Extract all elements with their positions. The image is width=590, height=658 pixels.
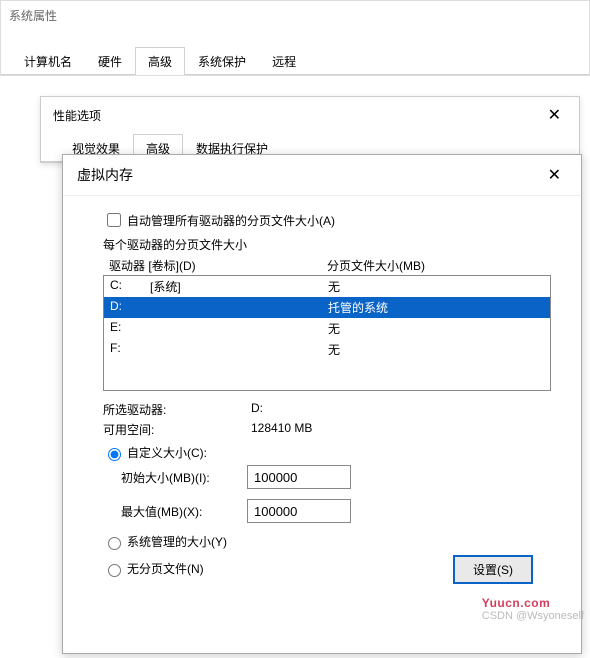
header-drive: 驱动器 [卷标](D) xyxy=(109,257,327,274)
custom-size-label: 自定义大小(C): xyxy=(127,444,207,461)
drive-letter: D: xyxy=(110,299,150,316)
max-size-input[interactable] xyxy=(247,499,351,523)
drive-size: 无 xyxy=(328,341,544,358)
system-managed-label: 系统管理的大小(Y) xyxy=(127,533,227,550)
system-managed-row: 系统管理的大小(Y) xyxy=(103,533,551,550)
drive-size: 托管的系统 xyxy=(328,299,544,316)
auto-manage-checkbox[interactable] xyxy=(107,213,121,227)
max-size-row: 最大值(MB)(X): xyxy=(103,499,551,523)
close-icon[interactable]: ✕ xyxy=(542,165,567,185)
drive-size: 无 xyxy=(328,320,544,337)
initial-size-input[interactable] xyxy=(247,465,351,489)
header-size: 分页文件大小(MB) xyxy=(327,257,551,274)
virtual-memory-dialog: 虚拟内存 ✕ 自动管理所有驱动器的分页文件大小(A) 每个驱动器的分页文件大小 … xyxy=(62,154,582,654)
system-properties-tabs: 计算机名 硬件 高级 系统保护 远程 xyxy=(1,46,589,75)
tab-computer-name[interactable]: 计算机名 xyxy=(11,47,85,75)
drive-letter: E: xyxy=(110,320,150,337)
drive-row-f[interactable]: F: 无 xyxy=(104,339,550,360)
drive-letter: F: xyxy=(110,341,150,358)
available-space-row: 可用空间: 128410 MB xyxy=(103,421,551,438)
available-space-label: 可用空间: xyxy=(103,421,251,438)
set-button-row: 设置(S) xyxy=(453,555,551,584)
each-drive-label: 每个驱动器的分页文件大小 xyxy=(103,236,551,253)
drive-label xyxy=(150,299,328,316)
tab-system-protection[interactable]: 系统保护 xyxy=(185,47,259,75)
no-paging-row: 无分页文件(N) xyxy=(103,560,204,577)
tab-hardware[interactable]: 硬件 xyxy=(85,47,135,75)
no-paging-label: 无分页文件(N) xyxy=(127,560,204,577)
performance-options-dialog: 性能选项 ✕ 视觉效果 高级 数据执行保护 xyxy=(40,96,580,163)
tab-remote[interactable]: 远程 xyxy=(259,47,309,75)
available-space-value: 128410 MB xyxy=(251,421,312,438)
drive-label xyxy=(150,341,328,358)
system-properties-titlebar: 系统属性 xyxy=(1,1,589,30)
custom-size-row: 自定义大小(C): xyxy=(103,444,551,461)
no-paging-radio[interactable] xyxy=(108,564,121,577)
drive-row-d[interactable]: D: 托管的系统 xyxy=(104,297,550,318)
auto-manage-row: 自动管理所有驱动器的分页文件大小(A) xyxy=(103,210,551,230)
performance-options-titlebar: 性能选项 ✕ xyxy=(41,97,579,133)
drive-label: [系统] xyxy=(150,278,328,295)
drive-label xyxy=(150,320,328,337)
drive-letter: C: xyxy=(110,278,150,295)
drive-row-c[interactable]: C: [系统] 无 xyxy=(104,276,550,297)
performance-options-title: 性能选项 xyxy=(53,107,101,124)
virtual-memory-title: 虚拟内存 xyxy=(77,165,133,185)
drive-row-e[interactable]: E: 无 xyxy=(104,318,550,339)
drive-list-headers: 驱动器 [卷标](D) 分页文件大小(MB) xyxy=(109,257,551,274)
drive-size: 无 xyxy=(328,278,544,295)
custom-size-radio[interactable] xyxy=(108,448,121,461)
system-properties-window: 系统属性 计算机名 硬件 高级 系统保护 远程 xyxy=(0,0,590,76)
virtual-memory-body: 自动管理所有驱动器的分页文件大小(A) 每个驱动器的分页文件大小 驱动器 [卷标… xyxy=(63,196,581,598)
system-managed-radio[interactable] xyxy=(108,537,121,550)
system-properties-title: 系统属性 xyxy=(9,7,57,24)
initial-size-label: 初始大小(MB)(I): xyxy=(103,469,247,486)
tab-advanced[interactable]: 高级 xyxy=(135,47,185,75)
drive-list[interactable]: C: [系统] 无 D: 托管的系统 E: 无 F: 无 xyxy=(103,275,551,391)
virtual-memory-titlebar: 虚拟内存 ✕ xyxy=(63,155,581,196)
auto-manage-label: 自动管理所有驱动器的分页文件大小(A) xyxy=(127,212,335,229)
selected-drive-row: 所选驱动器: D: xyxy=(103,401,551,418)
max-size-label: 最大值(MB)(X): xyxy=(103,503,247,520)
close-icon[interactable]: ✕ xyxy=(542,105,567,125)
set-button[interactable]: 设置(S) xyxy=(453,555,533,584)
initial-size-row: 初始大小(MB)(I): xyxy=(103,465,551,489)
selected-drive-label: 所选驱动器: xyxy=(103,401,251,418)
selected-drive-value: D: xyxy=(251,401,263,418)
